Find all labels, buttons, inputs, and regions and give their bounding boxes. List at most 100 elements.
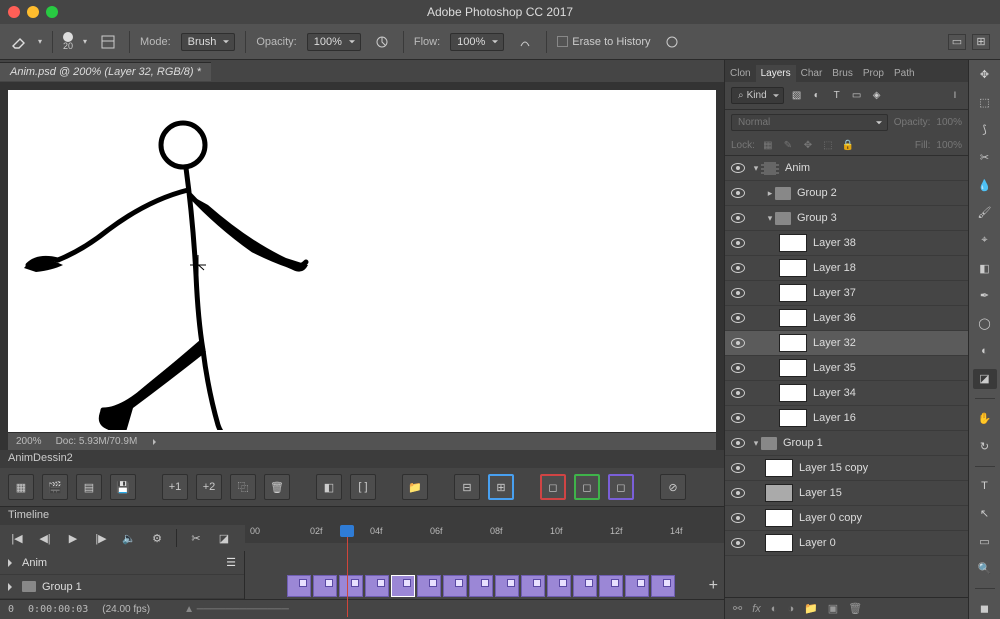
- visibility-icon[interactable]: [725, 188, 751, 198]
- brush-tool-icon[interactable]: 🖌: [973, 202, 997, 223]
- layer-row[interactable]: Layer 15: [725, 481, 968, 506]
- lock-position-icon[interactable]: ✥: [801, 138, 815, 152]
- ad-diag-icon[interactable]: ⊘: [660, 474, 686, 500]
- mode-dropdown[interactable]: Brush: [181, 33, 236, 51]
- layer-row[interactable]: Layer 35: [725, 356, 968, 381]
- ad-folder-icon[interactable]: 📁: [402, 474, 428, 500]
- layer-thumbnail[interactable]: [779, 409, 807, 427]
- split-button[interactable]: ✂: [187, 529, 205, 547]
- pen-tool-icon[interactable]: ✒: [973, 286, 997, 307]
- lock-nested-icon[interactable]: ⬚: [821, 138, 835, 152]
- layer-thumbnail[interactable]: [765, 484, 793, 502]
- frame[interactable]: [651, 575, 675, 597]
- frame[interactable]: [313, 575, 337, 597]
- ad-onion-icon[interactable]: ◧: [316, 474, 342, 500]
- layer-thumbnail[interactable]: [765, 509, 793, 527]
- screen-mode-icon[interactable]: ▭: [948, 34, 966, 50]
- zoom-level[interactable]: 200%: [16, 436, 42, 447]
- layer-thumbnail[interactable]: [779, 334, 807, 352]
- chevron-icon[interactable]: ▾: [751, 163, 761, 174]
- new-layer-icon[interactable]: ▣: [828, 602, 838, 615]
- tab-brushes[interactable]: Brus: [827, 65, 858, 82]
- layer-row[interactable]: Layer 38: [725, 231, 968, 256]
- flow-dropdown[interactable]: 100%: [450, 33, 504, 51]
- erase-history-checkbox[interactable]: Erase to History: [557, 36, 650, 48]
- tab-paths[interactable]: Path: [889, 65, 920, 82]
- layer-thumbnail[interactable]: [779, 359, 807, 377]
- visibility-icon[interactable]: [725, 463, 751, 473]
- hand-tool-icon[interactable]: ✋: [973, 408, 997, 429]
- ad-save-icon[interactable]: 💾: [110, 474, 136, 500]
- ad-plus-icon[interactable]: ⊞: [488, 474, 514, 500]
- ad-newframe1-icon[interactable]: +1: [162, 474, 188, 500]
- tab-character[interactable]: Char: [796, 65, 828, 82]
- frame[interactable]: [339, 575, 363, 597]
- layer-thumbnail[interactable]: [765, 534, 793, 552]
- visibility-icon[interactable]: [725, 238, 751, 248]
- layer-thumbnail[interactable]: [779, 384, 807, 402]
- crop-tool-icon[interactable]: ✂: [973, 147, 997, 168]
- layer-row[interactable]: Layer 18: [725, 256, 968, 281]
- layer-row[interactable]: Layer 0 copy: [725, 506, 968, 531]
- track-anim[interactable]: Anim☰: [0, 551, 244, 575]
- pressure-size-icon[interactable]: [661, 31, 683, 53]
- dodge-tool-icon[interactable]: ◐: [973, 341, 997, 362]
- layer-row[interactable]: Layer 0: [725, 531, 968, 556]
- audio-button[interactable]: 🔈: [120, 529, 138, 547]
- next-frame-button[interactable]: |▶: [92, 529, 110, 547]
- tab-layers[interactable]: Layers: [756, 65, 796, 82]
- link-layers-icon[interactable]: ⚯: [733, 602, 742, 615]
- filter-type-icon[interactable]: T: [830, 89, 844, 103]
- chevron-icon[interactable]: ▸: [765, 188, 775, 199]
- filter-smart-icon[interactable]: ◈: [870, 89, 884, 103]
- airbrush-icon[interactable]: [514, 31, 536, 53]
- frame[interactable]: [625, 575, 649, 597]
- prev-frame-button[interactable]: ◀|: [36, 529, 54, 547]
- layer-row[interactable]: Layer 15 copy: [725, 456, 968, 481]
- visibility-icon[interactable]: [725, 338, 751, 348]
- lasso-tool-icon[interactable]: ⟆: [973, 119, 997, 140]
- ad-bracket-icon[interactable]: [ ]: [350, 474, 376, 500]
- rotate-tool-icon[interactable]: ↻: [973, 436, 997, 457]
- frame-selected[interactable]: [391, 575, 415, 597]
- tab-properties[interactable]: Prop: [858, 65, 889, 82]
- visibility-icon[interactable]: [725, 413, 751, 423]
- chevron-icon[interactable]: ▾: [751, 438, 761, 449]
- marquee-tool-icon[interactable]: ⬚: [973, 92, 997, 113]
- maximize-window-button[interactable]: [46, 6, 58, 18]
- lock-pixels-icon[interactable]: ✎: [781, 138, 795, 152]
- zoom-tool-icon[interactable]: 🔍: [973, 559, 997, 580]
- eraser-tool-icon[interactable]: ◪: [973, 369, 997, 390]
- ad-minus-icon[interactable]: ⊟: [454, 474, 480, 500]
- layer-opacity-value[interactable]: 100%: [936, 117, 962, 128]
- visibility-icon[interactable]: [725, 513, 751, 523]
- eyedropper-tool-icon[interactable]: 💧: [973, 175, 997, 196]
- foreground-color[interactable]: ◼: [973, 598, 997, 619]
- visibility-icon[interactable]: [725, 288, 751, 298]
- visibility-icon[interactable]: [725, 488, 751, 498]
- mask-icon[interactable]: ◐: [771, 603, 778, 615]
- layer-row[interactable]: ▾Anim: [725, 156, 968, 181]
- frame[interactable]: [521, 575, 545, 597]
- settings-button[interactable]: ⚙: [148, 529, 166, 547]
- canvas[interactable]: [8, 90, 716, 432]
- visibility-icon[interactable]: [725, 538, 751, 548]
- close-window-button[interactable]: [8, 6, 20, 18]
- filter-adjust-icon[interactable]: ◐: [810, 89, 824, 103]
- ad-purple-icon[interactable]: ◻: [608, 474, 634, 500]
- ad-newframe2-icon[interactable]: +2: [196, 474, 222, 500]
- layer-filter-dropdown[interactable]: Kind: [731, 87, 784, 104]
- layer-row[interactable]: Layer 34: [725, 381, 968, 406]
- gradient-tool-icon[interactable]: ◧: [973, 258, 997, 279]
- layer-row[interactable]: ▸Group 2: [725, 181, 968, 206]
- visibility-icon[interactable]: [725, 313, 751, 323]
- delete-layer-icon[interactable]: 🗑: [848, 602, 862, 615]
- frame[interactable]: [495, 575, 519, 597]
- frame[interactable]: [573, 575, 597, 597]
- transition-button[interactable]: ◪: [215, 529, 233, 547]
- arrange-icon[interactable]: ⊞: [972, 34, 990, 50]
- stamp-tool-icon[interactable]: ⌖: [973, 230, 997, 251]
- filter-pixel-icon[interactable]: ▧: [790, 89, 804, 103]
- visibility-icon[interactable]: [725, 388, 751, 398]
- ad-dup-icon[interactable]: ⿻: [230, 474, 256, 500]
